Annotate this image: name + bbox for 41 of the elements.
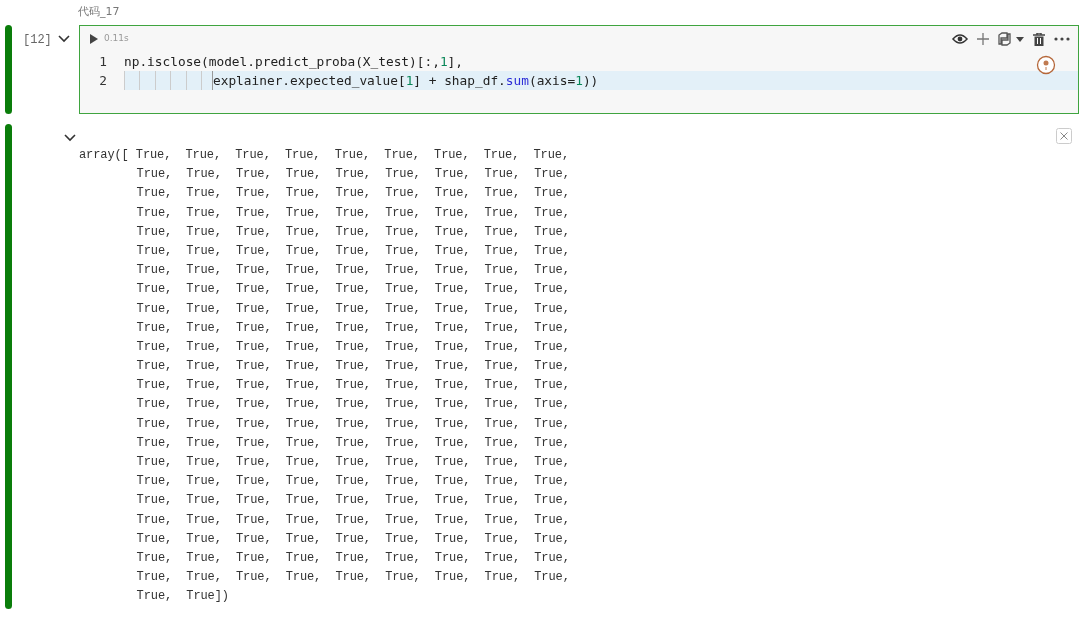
output-line: True, True, True, True, True, True, True, True, True,: [135, 300, 571, 318]
output-line: True, True, True, True, True, True, True, True, True,: [135, 185, 571, 203]
output-line: True, True, True, True, True, True, True, True, True,: [135, 396, 571, 414]
output-line: True, True, True, True, True, True, True, True, True,: [135, 511, 571, 529]
output-line: True, True, True, True, True, True, True, True, True,: [135, 549, 571, 567]
output-line: True, True, True, True, True, True, True, True, True,: [135, 204, 571, 222]
run-icon[interactable]: [90, 34, 98, 44]
trash-icon[interactable]: [1033, 32, 1045, 46]
output-line: True, True, True, True, True, True, True, True, True,: [135, 454, 571, 471]
chevron-down-icon[interactable]: [57, 34, 71, 44]
chevron-down-icon[interactable]: [63, 133, 77, 143]
run-time: 0.11s: [104, 32, 129, 46]
output-line: True, True, True, True, True, True, True, True, True,: [135, 338, 571, 356]
output-line: True, True, True, True, True, True, True, True, True,: [135, 434, 571, 452]
output-line: True, True, True, True, True, True, True, True, True,: [135, 281, 571, 299]
output-line: True, True, True, True, True, True, True, True, True,: [135, 358, 571, 376]
output-line: True, True, True, True, True, True, True, True, True,: [135, 223, 571, 241]
code-line: np.isclose(model.predict_proba(X_test)[:,1],: [124, 53, 464, 71]
output-line: True, True, True, True, True, True, True, True, True,: [135, 377, 571, 395]
output-line: True, True, True, True, True, True, True, True, True,: [135, 492, 571, 510]
code-line: explainer.expected_value[1] + shap_df.sum(axis=1)): [213, 72, 599, 90]
output-line: True, True, True, True, True, True, True, True, True,: [135, 569, 571, 587]
output-line: True, True, True, True, True, True, True, True, True,: [135, 415, 571, 433]
output-line: array([ True, True, True, True, True, True, True, True, True,: [79, 147, 570, 164]
line-number: 2: [80, 71, 124, 90]
output-line: True, True, True, True, True, True, True, True, True,: [135, 262, 571, 280]
circle-badge-icon: [1036, 55, 1056, 75]
output-line: True, True, True, True, True, True, True, True, True,: [135, 319, 571, 337]
execution-count: [12]: [23, 32, 51, 49]
eye-icon[interactable]: [952, 33, 968, 45]
add-icon[interactable]: [977, 33, 989, 45]
output-line: True, True, True, True, True, True, True, True, True,: [135, 242, 571, 260]
output-line: True, True, True, True, True, True, True, True, True,: [135, 473, 571, 491]
clear-output-icon[interactable]: [1056, 128, 1072, 144]
output-line: True, True, True, True, True, True, True, True, True,: [135, 166, 571, 184]
code-editor[interactable]: 0.11s 1 np.isclose(model.predict_proba(X_test)[:,1], 2 explainer.expected_value[1] + shap_df.sum(axis=1)): [79, 25, 1079, 114]
output-line: True, True]): [135, 588, 230, 606]
cell-title: 代码_17: [78, 5, 121, 20]
python-icon[interactable]: [998, 32, 1024, 46]
output-line: True, True, True, True, True, True, True, True, True,: [135, 530, 571, 548]
more-icon[interactable]: [1054, 37, 1070, 41]
